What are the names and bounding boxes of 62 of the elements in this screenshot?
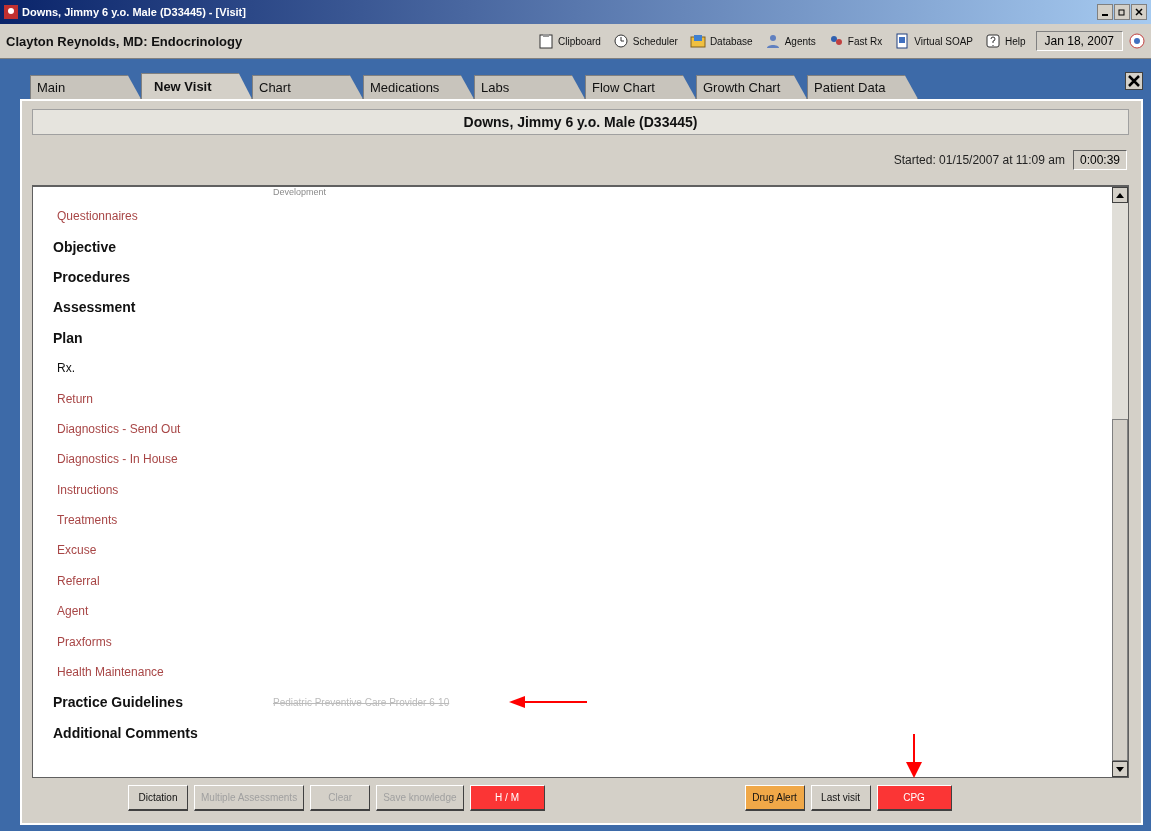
down-arrow-icon[interactable]: [1116, 766, 1124, 772]
toolbar-button[interactable]: Clipboard: [532, 33, 607, 49]
folder-icon: [689, 33, 706, 49]
toolbar-button[interactable]: Database: [683, 33, 759, 49]
tab[interactable]: Chart: [252, 75, 363, 99]
section-link[interactable]: Health Maintenance: [57, 665, 217, 680]
clock-icon: [612, 33, 629, 49]
section-heading: Additional Comments: [53, 724, 199, 741]
tab[interactable]: Main: [30, 75, 141, 99]
started-time: Started: 01/15/2007 at 11:09 am: [893, 153, 1065, 167]
action-button[interactable]: H / M: [469, 784, 545, 811]
help-icon: [985, 33, 1001, 49]
toolbar-button[interactable]: Virtual SOAP: [888, 33, 979, 49]
person-icon: [764, 33, 781, 49]
outline-note: Development: [273, 187, 328, 199]
restore-icon: [1118, 8, 1126, 16]
section-heading: Practice Guidelines: [53, 694, 184, 711]
section-link[interactable]: Praxforms: [57, 634, 217, 649]
window-title: Downs, Jimmy 6 y.o. Male (D33445) - [Visit]: [22, 6, 247, 18]
section-link[interactable]: Instructions: [57, 482, 217, 497]
action-button[interactable]: Last visit: [810, 784, 871, 811]
section-link[interactable]: Questionnaires: [57, 209, 217, 224]
tab[interactable]: Flow Chart: [585, 75, 696, 99]
section-link[interactable]: Excuse: [57, 543, 217, 558]
section-heading: Objective: [53, 238, 118, 255]
toolbar-button[interactable]: Scheduler: [606, 33, 684, 49]
patient-banner: Downs, Jimmy 6 y.o. Male (D33445): [32, 109, 1129, 135]
scrollbar[interactable]: [1112, 187, 1128, 777]
guideline-note: Pediatric Preventive Care Provider 6-10: [273, 696, 450, 708]
section-link[interactable]: Treatments: [57, 513, 217, 528]
section-heading: Procedures: [53, 268, 132, 285]
close-button[interactable]: [1131, 4, 1147, 20]
clipboard-icon: [538, 33, 555, 49]
close-button[interactable]: [1125, 72, 1143, 90]
section-link[interactable]: Diagnostics - In House: [57, 452, 217, 467]
date-field: Jan 18, 2007: [1035, 31, 1123, 51]
app-icon: [4, 5, 18, 19]
timer-field: 0:00:39: [1072, 150, 1127, 170]
section-link[interactable]: Return: [57, 391, 217, 406]
section-heading: Plan: [53, 329, 84, 346]
restore-button[interactable]: [1114, 4, 1130, 20]
up-arrow-icon[interactable]: [1116, 192, 1124, 198]
close-icon: [1128, 75, 1140, 87]
tab[interactable]: Patient Data: [807, 75, 918, 99]
section-link[interactable]: Agent: [57, 604, 217, 619]
close-icon: [1135, 8, 1143, 16]
toolbar-button[interactable]: Agents: [758, 33, 822, 49]
minimize-button[interactable]: [1097, 4, 1113, 20]
action-button[interactable]: Dictation: [128, 784, 188, 811]
toolbar-button[interactable]: Fast Rx: [821, 33, 889, 49]
tab[interactable]: Medications: [363, 75, 474, 99]
tab[interactable]: Labs: [474, 75, 585, 99]
section-link[interactable]: Referral: [57, 573, 217, 588]
section-heading: Assessment: [53, 299, 137, 316]
section-item: Rx.: [57, 361, 76, 376]
toolbar-button[interactable]: Help: [979, 33, 1032, 49]
tab[interactable]: New Visit: [141, 73, 252, 99]
action-button[interactable]: Drug Alert: [744, 784, 805, 811]
provider-name: Clayton Reynolds, MD: Endocrinology: [6, 33, 244, 49]
document-icon: [894, 33, 911, 49]
section-link[interactable]: Diagnostics - Send Out: [57, 421, 217, 436]
tab[interactable]: Growth Chart: [696, 75, 807, 99]
